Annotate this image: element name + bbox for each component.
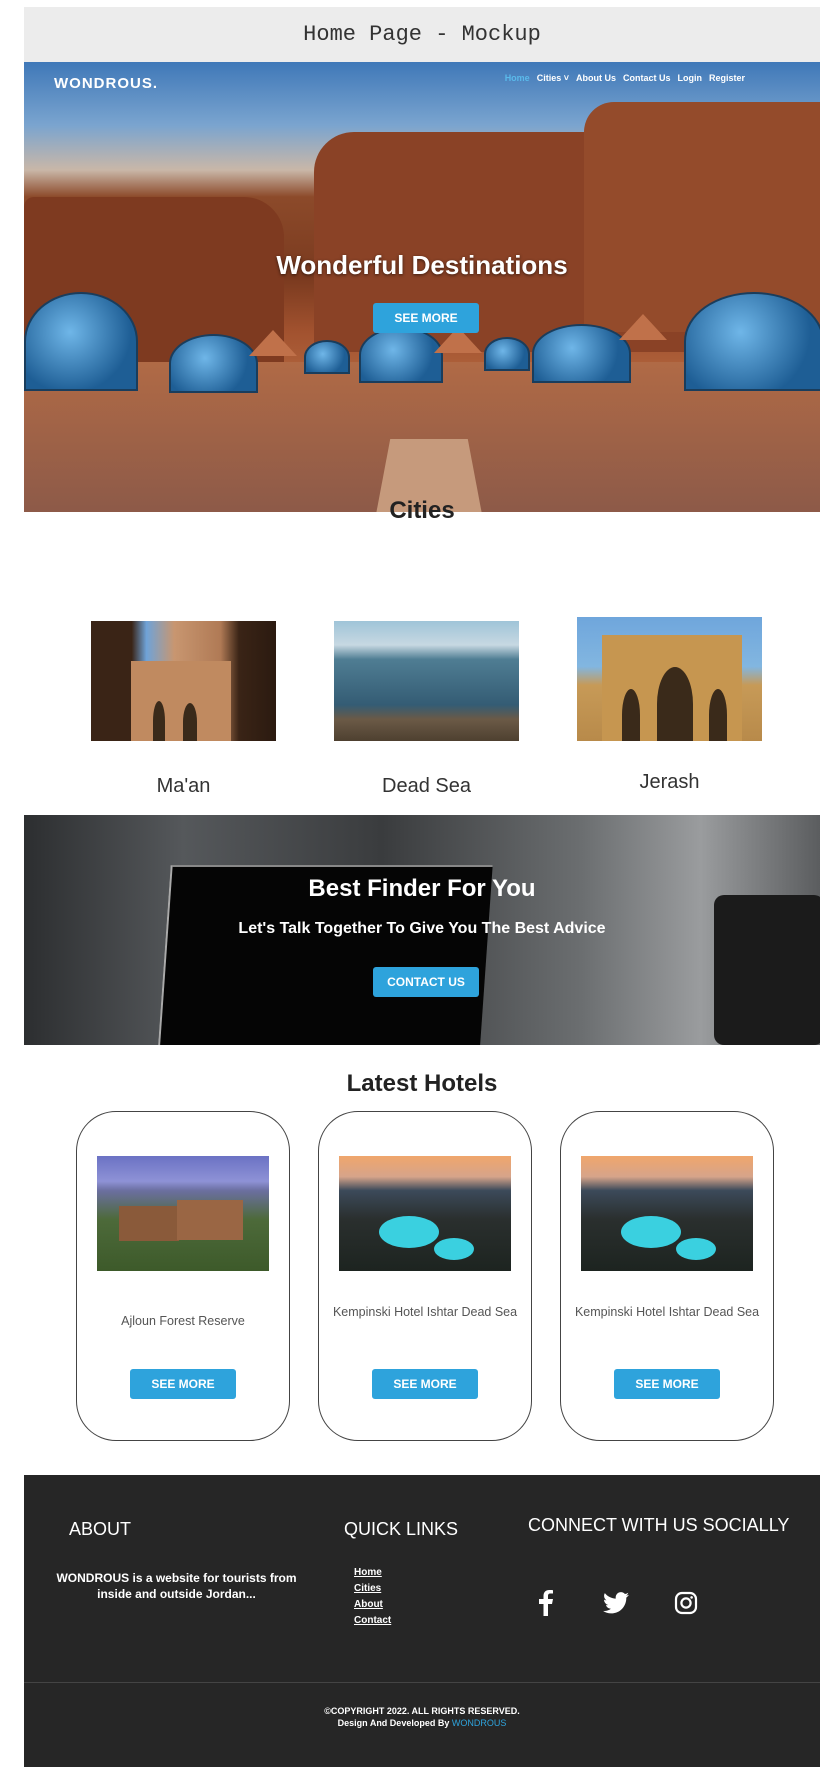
hero-dome [169,334,258,393]
twitter-icon[interactable] [596,1583,636,1623]
hero-dome [24,292,138,391]
city-name[interactable]: Ma'an [91,775,276,798]
footer-about-title: ABOUT [69,1519,132,1539]
footer-quick-links-title: QUICK LINKS [344,1519,459,1539]
credit-prefix: Design And Developed By [337,1718,450,1728]
hero-dome [532,324,631,383]
cities-title: Cities [389,497,455,524]
hero-dome [359,327,443,383]
copyright-text: ©COPYRIGHT 2022. ALL RIGHTS RESERVED. [324,1706,520,1716]
hero-dome [304,340,350,374]
arch-opening [657,667,693,741]
hotel-card: Ajloun Forest Reserve SEE MORE [76,1111,290,1441]
hotel-see-more-button[interactable]: SEE MORE [130,1369,236,1399]
hero-tent [619,314,667,340]
hotel-card: Kempinski Hotel Ishtar Dead Sea SEE MORE [318,1111,532,1441]
hero-tent [249,330,297,356]
hotel-see-more-button[interactable]: SEE MORE [372,1369,478,1399]
hotel-see-more-button[interactable]: SEE MORE [614,1369,720,1399]
hotel-name: Kempinski Hotel Ishtar Dead Sea [332,1305,518,1319]
main-nav: Home Cities ˅ About Us Contact Us Login … [505,73,745,83]
footer-divider [24,1682,820,1683]
hotel-card: Kempinski Hotel Ishtar Dead Sea SEE MORE [560,1111,774,1441]
city-name[interactable]: Jerash [577,771,762,794]
city-image-dead-sea[interactable] [334,621,519,741]
hotel-image[interactable] [581,1156,753,1271]
hotel-image[interactable] [339,1156,511,1271]
brand-logo[interactable]: WONDROUS. [54,75,158,92]
footer-quick-links: Home Cities About Contact [354,1565,391,1629]
footer: ABOUT WONDROUS is a website for tourists… [24,1475,820,1767]
credit-brand-link[interactable]: WONDROUS [452,1718,507,1728]
hotel-name: Kempinski Hotel Ishtar Dead Sea [574,1305,760,1319]
hotel-pool [676,1238,716,1260]
mockup-label: Home Page - Mockup [24,7,820,62]
finder-title: Best Finder For You [308,875,536,902]
hero-see-more-button[interactable]: SEE MORE [373,303,479,333]
treasury-facade [131,661,231,741]
hotel-name: Ajloun Forest Reserve [121,1314,245,1328]
finder-subtitle: Let's Talk Together To Give You The Best… [238,920,606,937]
hero-section: WONDROUS. Home Cities ˅ About Us Contact… [24,62,820,512]
arch-opening [622,689,640,741]
hotel-pool [434,1238,474,1260]
instagram-icon[interactable] [666,1583,706,1623]
city-card[interactable]: Ma'an [91,621,276,798]
hotels-title: Latest Hotels [346,1070,498,1097]
footer-link-about[interactable]: About [354,1597,391,1613]
facebook-icon[interactable] [526,1583,566,1623]
contact-us-button[interactable]: CONTACT US [373,967,479,997]
footer-about-text: WONDROUS is a website for tourists from … [56,1571,297,1601]
city-image-jerash[interactable] [577,617,762,741]
credit-line: Design And Developed By WONDROUS [24,1717,820,1729]
hotel-building [119,1206,179,1241]
nav-item-contact[interactable]: Contact Us [623,73,671,83]
finder-section: Best Finder For You Let's Talk Together … [24,815,820,1045]
city-name[interactable]: Dead Sea [334,775,519,798]
nav-item-home[interactable]: Home [505,73,530,83]
facade-door [153,701,165,741]
copyright: ©COPYRIGHT 2022. ALL RIGHTS RESERVED. De… [24,1705,820,1729]
hotel-image[interactable] [97,1156,269,1271]
hotel-building [177,1200,243,1240]
nav-item-register[interactable]: Register [709,73,745,83]
hero-dome [484,337,530,371]
arch-opening [709,689,727,741]
city-image-maan[interactable] [91,621,276,741]
phone-image [714,895,820,1045]
hotel-pool [379,1216,439,1248]
page: Home Page - Mockup WONDROUS. Home Cities… [24,7,820,1767]
city-card[interactable]: Jerash [577,617,762,794]
nav-item-login[interactable]: Login [677,73,702,83]
footer-social-title: CONNECT WITH US SOCIALLY [528,1515,790,1535]
hero-title: Wonderful Destinations [276,250,568,280]
facade-door [183,703,197,741]
footer-link-cities[interactable]: Cities [354,1581,391,1597]
nav-item-about[interactable]: About Us [576,73,616,83]
footer-link-home[interactable]: Home [354,1565,391,1581]
hotel-pool [621,1216,681,1248]
hero-dome [684,292,820,391]
city-card[interactable]: Dead Sea [334,621,519,798]
nav-item-cities[interactable]: Cities ˅ [537,73,569,83]
footer-link-contact[interactable]: Contact [354,1613,391,1629]
